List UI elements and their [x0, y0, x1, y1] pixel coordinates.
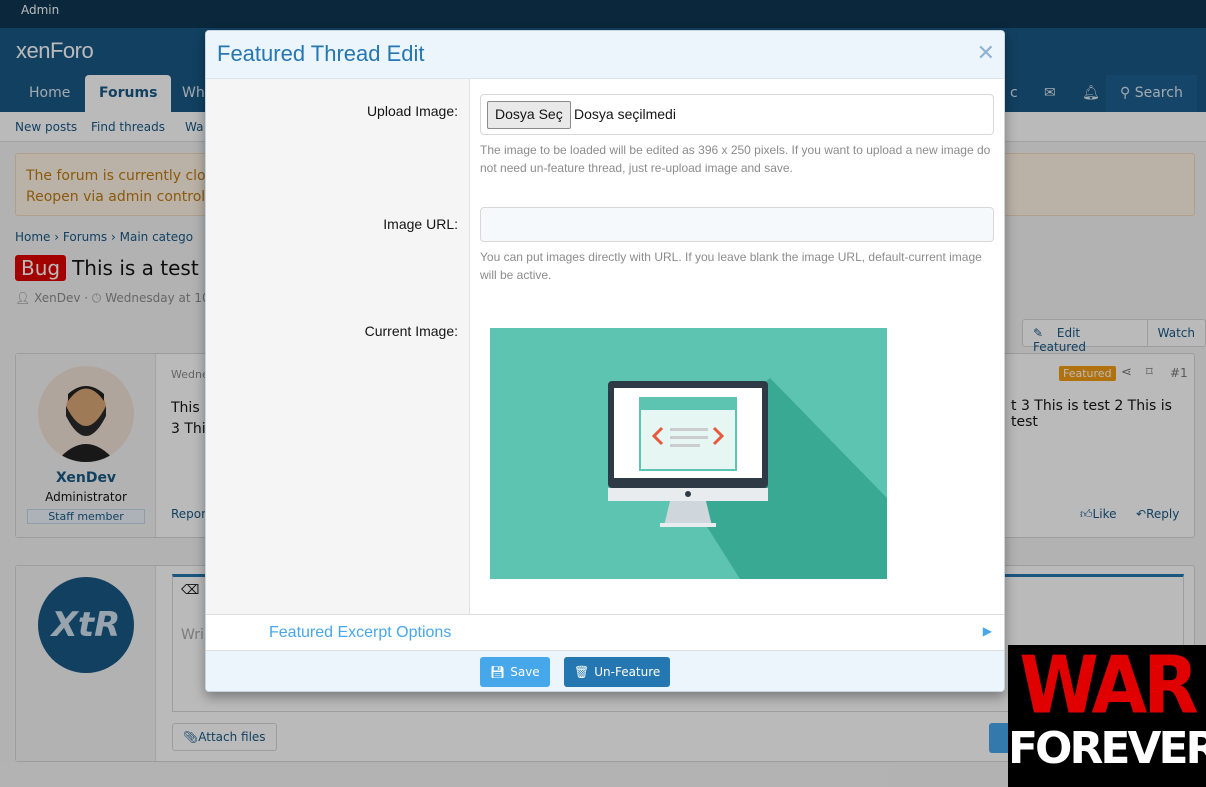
- label-column: [206, 79, 470, 614]
- upload-image-field: Dosya Seç Dosya seçilmedi: [480, 94, 994, 135]
- save-button[interactable]: 💾︎ Save: [480, 657, 550, 687]
- choose-file-button[interactable]: Dosya Seç: [487, 101, 571, 129]
- dialog-title: Featured Thread Edit: [217, 41, 425, 66]
- image-url-input[interactable]: [480, 207, 994, 242]
- trash-icon: 🗑︎: [574, 665, 590, 679]
- excerpt-label: Featured Excerpt Options: [269, 624, 452, 641]
- upload-image-label: Upload Image:: [366, 103, 458, 119]
- current-image-label: Current Image:: [364, 323, 458, 339]
- url-hint: You can put images directly with URL. If…: [480, 250, 982, 282]
- image-url-label: Image URL:: [383, 216, 458, 232]
- watermark-logo: WAR FOREVER: [1008, 645, 1206, 787]
- upload-hint: The image to be loaded will be edited as…: [480, 143, 991, 175]
- file-status: Dosya seçilmedi: [574, 106, 676, 122]
- save-icon: 💾︎: [490, 665, 506, 679]
- close-icon[interactable]: ✕: [977, 41, 995, 66]
- current-image: [490, 328, 887, 579]
- featured-thread-edit-dialog: Featured Thread Edit ✕ Upload Image: Dos…: [205, 30, 1005, 692]
- dialog-footer: 💾︎ Save 🗑︎ Un-Feature: [206, 651, 1004, 691]
- featured-excerpt-toggle[interactable]: Featured Excerpt Options ▶: [206, 614, 1004, 651]
- caret-right-icon: ▶: [982, 624, 992, 638]
- monitor-illustration: [608, 378, 887, 579]
- unfeature-button[interactable]: 🗑︎ Un-Feature: [564, 657, 671, 687]
